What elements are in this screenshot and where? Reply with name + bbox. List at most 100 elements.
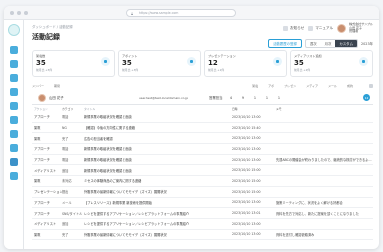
cell-title: 【プレスリリース】新規事業 新技術を提供開始 [84, 200, 152, 205]
person-summary-row[interactable]: 山田 花子 user.test@test-localdomain.co.jp 営… [32, 91, 373, 105]
period-filter[interactable]: 期間 [54, 84, 60, 88]
cell-date: 2023/10/10 15:00 [232, 168, 261, 173]
view-custom[interactable]: カスタム [335, 40, 357, 47]
summary-card-appointments: アポイント 35 前月比 +3件 [118, 50, 201, 77]
summary-card-media-list: メディアリスト追加 35 前月比 +2件 [290, 50, 373, 77]
cell-date: 2023/10/10 13:00 [232, 221, 261, 226]
table-row[interactable]: 架電 完了 広告の担当者を確認 2023/10/10 13:00 [32, 133, 373, 145]
table-row[interactable]: アプローチ 電話 新規事業の取組状況を確認と面談 2023/10/10 13:00 [32, 144, 373, 155]
browser-window: 🔒︎ https://www.sample.com ダッシュボード / 活動記録… [4, 6, 379, 249]
lock-icon: 🔒︎ [131, 11, 134, 16]
gear-icon[interactable] [10, 172, 18, 180]
address-bar[interactable]: 🔒︎ https://www.sample.com [126, 9, 236, 17]
table-row[interactable]: 架電 未対応 ミセスの体験商品のご案内に関する連絡 2023/10/10 15:00 [32, 176, 373, 187]
view-monthly[interactable]: 月次 [321, 40, 336, 47]
avatar [38, 93, 46, 102]
cell-date: 2023/10/10 13:00 [232, 146, 261, 151]
cell-category: 追加 [62, 222, 69, 227]
minimize-dot[interactable] [17, 11, 21, 15]
cell-action: アプローチ [34, 147, 50, 152]
cell-title: レシピを提供するアプリケーション／レシピプラットフォームの事業紹介 [84, 211, 190, 216]
cell-action: アプローチ [34, 115, 50, 120]
view-toolbar: 活動履歴の登録 週次 月次 カスタム 2023年 [268, 39, 373, 48]
notifications-link[interactable]: お知らせ [282, 25, 304, 31]
chart-icon[interactable] [10, 88, 18, 96]
table-row[interactable]: メディアリスト 追加 新規事業の取組状況を確認と面談 2023/10/10 15:00 [32, 165, 373, 177]
cell-action: メディアリスト [34, 222, 57, 227]
home-icon[interactable] [10, 46, 18, 54]
view-toggle: 週次 月次 カスタム [304, 39, 358, 48]
cell-title: 新規事業の取組状況を確認と面談 [84, 147, 132, 152]
cell-action: 架電 [34, 179, 41, 184]
count-cell: 1 [253, 95, 257, 100]
register-activity-button[interactable]: 活動履歴の登録 [268, 39, 302, 48]
phone-icon [101, 57, 110, 66]
table-row[interactable]: アプローチ SNS/タイトル レシピを提供するアプリケーション／レシピプラットフォー… [32, 208, 373, 219]
megaphone-icon[interactable] [10, 130, 18, 138]
main-content: ダッシュボード / 活動記録 活動記録 お知らせ マニュアル 株式会社サンプル … [24, 20, 379, 249]
calendar-icon[interactable] [10, 158, 18, 166]
filter-bar: メンバー 期間 架電 アポ プレゼン メディア メール 成約 [32, 81, 373, 90]
summary-card-calls: 架電数 35 前月比 +5件 [32, 50, 115, 77]
send-icon[interactable] [10, 74, 18, 82]
cell-memo: 資料を送付し確認依頼済み [276, 232, 315, 237]
people-icon[interactable] [10, 116, 18, 124]
maximize-dot[interactable] [24, 11, 28, 15]
view-weekly[interactable]: 週次 [306, 40, 321, 47]
table-row[interactable]: アプローチ 電話 新規事業の取組状況を確認と面談 2023/10/10 13:00 [32, 112, 373, 123]
cell-date: 2023/10/10 13:00 [232, 200, 261, 205]
manual-link[interactable]: マニュアル [308, 25, 333, 31]
logo-icon[interactable] [8, 24, 20, 36]
person-name: 山田 花子 [49, 96, 64, 100]
summary-card-presentations: プレゼンテーション 12 前月比 +1件 [204, 50, 287, 77]
table-row[interactable]: アプローチ 電話 新規事業の取組状況を確認と面談 2023/10/10 13:00 先週… [32, 155, 373, 166]
table-row[interactable]: 架電 完了 外販事業の最新情報についてモモイデ（ズイズ）展開状況 2023/10/10… [32, 230, 373, 241]
cell-category: 電話 [62, 158, 69, 163]
cell-category: 完了 [62, 232, 69, 237]
cell-date: 2023/10/10 13:01 [232, 211, 261, 216]
close-dot[interactable] [10, 11, 14, 15]
cell-title: 新規事業の取組状況を確認と面談 [84, 158, 132, 163]
header-actions: お知らせ マニュアル 株式会社サンプル 山田 花子 管理者 [282, 22, 373, 34]
count-cell: 9 [241, 95, 245, 100]
list-icon[interactable] [10, 60, 18, 68]
cell-category: 完了 [62, 136, 69, 141]
cell-title: 外販事業の最新情報についてモモイデ（ズイズ）展開状況 [84, 190, 167, 195]
breadcrumb: ダッシュボード / 活動記録 [32, 25, 73, 29]
url-text: https://www.sample.com [139, 11, 179, 15]
cell-title: 新規事業の取組状況を確認と面談 [84, 168, 132, 173]
member-filter[interactable]: メンバー [32, 84, 44, 88]
cell-date: 2023/10/10 13:00 [232, 157, 261, 162]
list-icon [359, 57, 368, 66]
cell-category: 追加 [62, 168, 69, 173]
cell-title: 【確認】今後の方向性に関する連絡 [84, 126, 135, 131]
cell-title: 外販事業の最新情報についてモモイデ（ズイズ）展開状況 [84, 232, 167, 237]
cell-date: 2023/10/10 13:00 [232, 136, 261, 141]
table-row[interactable]: 架電 NG 【確認】今後の方向性に関する連絡 2023/10/10 15:40 [32, 123, 373, 134]
calendar-icon [187, 57, 196, 66]
mail-icon[interactable] [10, 144, 18, 152]
cell-action: アプローチ [34, 211, 50, 216]
window-controls [10, 11, 28, 15]
cell-memo: 資料を先方で対応し、新たに提案を頂くことになりました [276, 211, 359, 216]
person-email: user.test@test-localdomain.co.jp [139, 95, 189, 100]
user-menu[interactable]: 株式会社サンプル 山田 花子 管理者 [337, 22, 373, 34]
cell-category: 電話 [62, 147, 69, 152]
table-row[interactable]: アプローチ メール 【プレスリリース】新規事業 新技術を提供開始 2023/10/10… [32, 198, 373, 209]
edit-icon[interactable] [10, 102, 18, 110]
table-row[interactable]: プレゼンテーション 提出 外販事業の最新情報についてモモイデ（ズイズ）展開状況 202… [32, 187, 373, 198]
cell-date: 2023/10/10 15:40 [232, 125, 261, 130]
cell-category: 電話 [62, 115, 69, 120]
cell-memo: 先週ABCの開催会が終わりましたので、継続的な検討ができるよう進めていく [276, 158, 373, 163]
activity-table: アプローチ 電話 新規事業の取組状況を確認と面談 2023/10/10 13:00 架電… [32, 112, 373, 241]
cell-action: アプローチ [34, 200, 50, 205]
count-badge: 12 [363, 94, 370, 101]
filter-icon[interactable] [369, 83, 373, 88]
book-icon [308, 25, 314, 31]
cell-title: レシピを提供するアプリケーション／レシピプラットフォームの事業紹介 [84, 222, 190, 227]
year-select[interactable]: 2023年 [361, 41, 373, 46]
table-row[interactable]: メディアリスト 追加 レシピを提供するアプリケーション／レシピプラットフォームの事業… [32, 219, 373, 230]
avatar [337, 23, 347, 33]
count-cell: 1 [265, 95, 269, 100]
cell-action: 架電 [34, 126, 41, 131]
